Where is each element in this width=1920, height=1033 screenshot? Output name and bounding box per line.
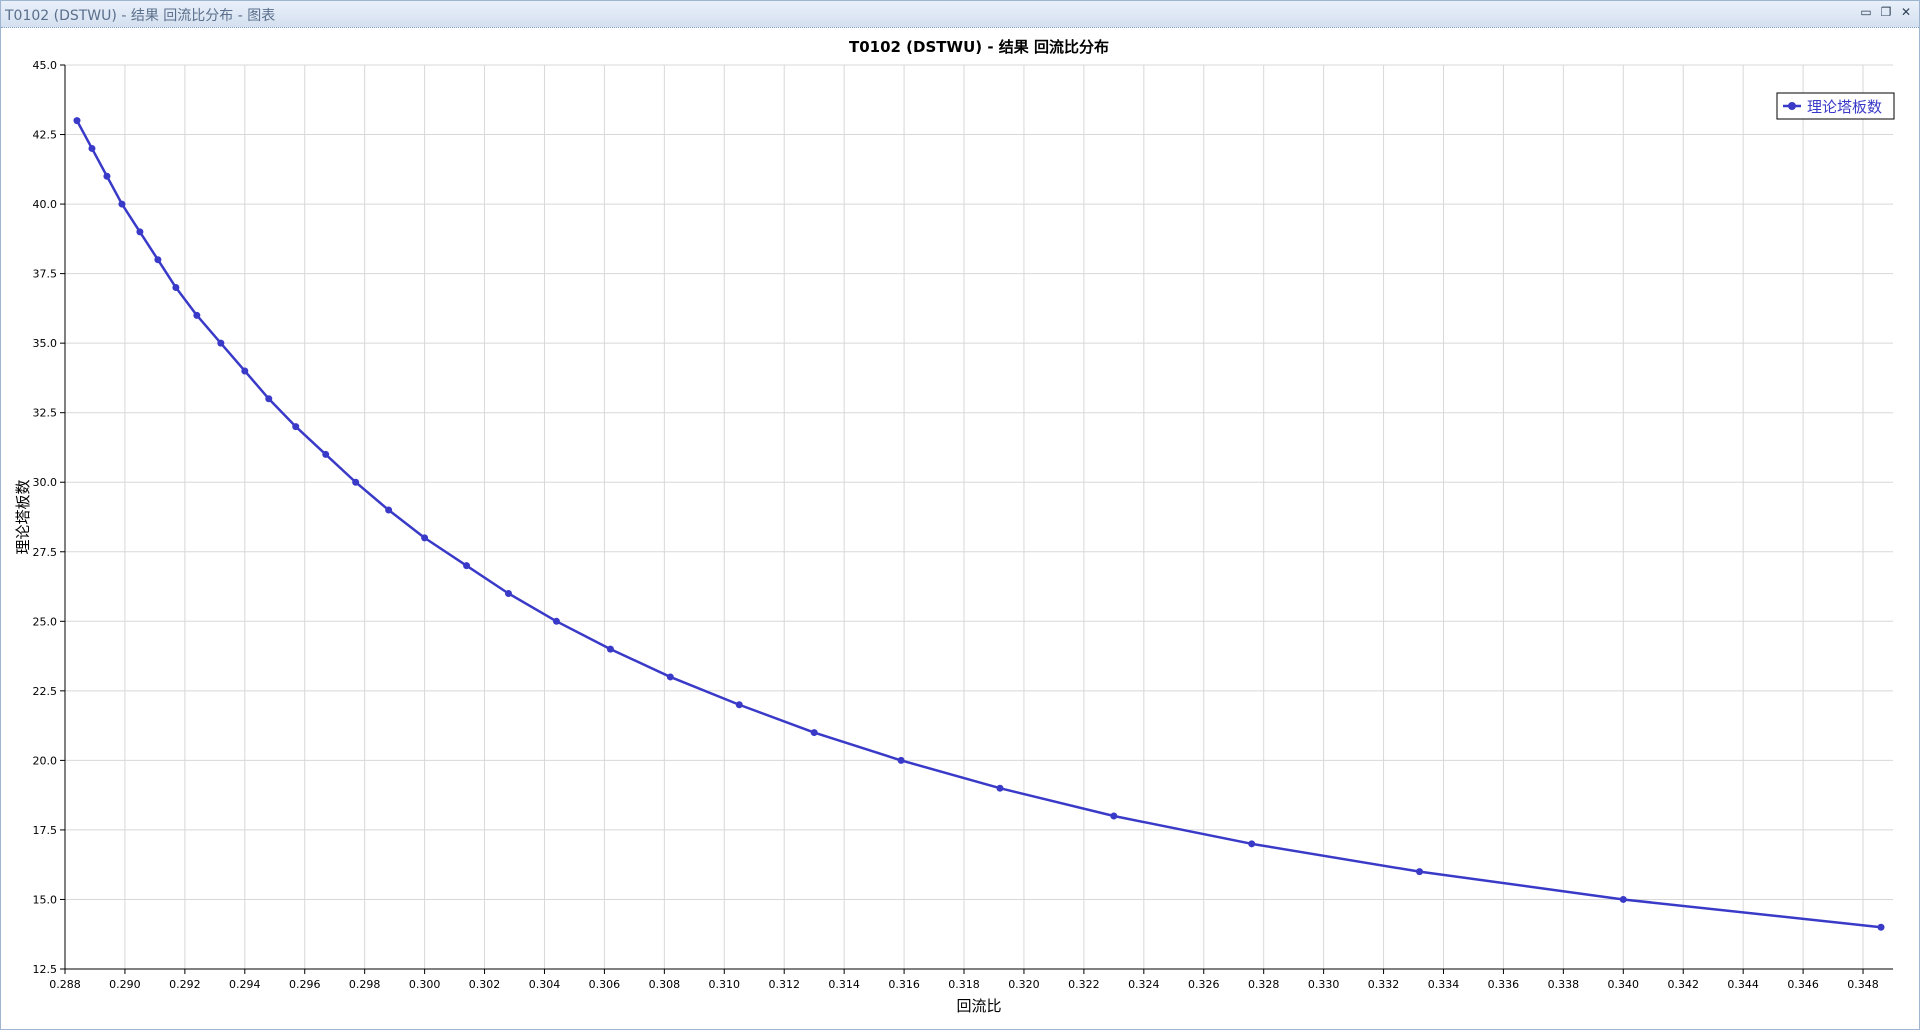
y-tick-label: 20.0: [33, 754, 58, 767]
series-layer: [73, 117, 1885, 931]
title-bar[interactable]: T0102 (DSTWU) - 结果 回流比分布 - 图表 ▭ ❐ ✕: [1, 1, 1919, 28]
x-tick-label: 0.296: [289, 978, 321, 991]
x-tick-label: 0.342: [1667, 978, 1699, 991]
data-point[interactable]: [88, 144, 96, 152]
y-axis-label: 理论塔板数: [14, 479, 32, 554]
x-tick-label: 0.310: [709, 978, 741, 991]
x-tick-label: 0.288: [49, 978, 81, 991]
data-point[interactable]: [810, 729, 818, 737]
y-tick-label: 37.5: [33, 268, 58, 281]
data-point[interactable]: [897, 756, 905, 764]
window-title: T0102 (DSTWU) - 结果 回流比分布 - 图表: [5, 8, 276, 24]
y-tick-label: 15.0: [33, 893, 58, 906]
x-axis-label: 回流比: [956, 997, 1001, 1015]
axes: 0.288 0.290 0.292 0.294 0.296 0.298 0.300 0.302…: [33, 59, 1893, 991]
chart-title: T0102 (DSTWU) - 结果 回流比分布: [849, 38, 1109, 56]
data-point[interactable]: [154, 256, 162, 264]
legend[interactable]: 理论塔板数: [1776, 92, 1895, 120]
line-chart[interactable]: 0.288 0.290 0.292 0.294 0.296 0.298 0.300 0.302…: [1, 28, 1919, 1029]
y-tick-label: 40.0: [33, 198, 58, 211]
y-tick-label: 25.0: [33, 615, 58, 628]
x-tick-label: 0.308: [649, 978, 681, 991]
gridlines: [64, 64, 1893, 970]
data-point[interactable]: [421, 534, 429, 542]
x-tick-label: 0.302: [469, 978, 501, 991]
y-tick-label: 22.5: [33, 685, 58, 698]
series-line: [75, 120, 1882, 929]
y-tick-label: 32.5: [33, 407, 58, 420]
x-tick-label: 0.320: [1008, 978, 1040, 991]
data-point[interactable]: [552, 617, 560, 625]
x-tick-label: 0.306: [589, 978, 621, 991]
data-point[interactable]: [172, 284, 180, 292]
data-point[interactable]: [666, 673, 674, 681]
x-tick-label: 0.324: [1128, 978, 1160, 991]
data-point[interactable]: [322, 450, 330, 458]
x-tick-label: 0.346: [1787, 978, 1819, 991]
y-tick-label: 17.5: [33, 824, 58, 837]
data-point[interactable]: [385, 506, 393, 514]
x-tick-label: 0.312: [768, 978, 800, 991]
x-tick-label: 0.314: [828, 978, 860, 991]
x-tick-label: 0.340: [1608, 978, 1640, 991]
y-tick-label: 30.0: [33, 476, 58, 489]
chart-window: T0102 (DSTWU) - 结果 回流比分布 - 图表 ▭ ❐ ✕ 0.28…: [0, 0, 1920, 1030]
x-tick-label: 0.334: [1428, 978, 1460, 991]
x-tick-label: 0.304: [529, 978, 561, 991]
close-icon[interactable]: ✕: [1899, 5, 1913, 19]
data-point[interactable]: [193, 311, 201, 319]
x-tick-label: 0.326: [1188, 978, 1220, 991]
x-tick-label: 0.328: [1248, 978, 1280, 991]
restore-icon[interactable]: ❐: [1879, 5, 1893, 19]
data-point[interactable]: [73, 117, 81, 125]
x-tick-label: 0.336: [1488, 978, 1520, 991]
x-tick-label: 0.294: [229, 978, 261, 991]
data-point[interactable]: [265, 395, 273, 403]
data-point[interactable]: [463, 562, 471, 570]
x-tick-label: 0.332: [1368, 978, 1400, 991]
x-tick-label: 0.322: [1068, 978, 1100, 991]
y-tick-label: 27.5: [33, 546, 58, 559]
x-tick-label: 0.330: [1308, 978, 1340, 991]
x-tick-label: 0.292: [169, 978, 201, 991]
data-point[interactable]: [606, 645, 614, 653]
x-tick-label: 0.338: [1548, 978, 1580, 991]
legend-marker-swatch: [1788, 102, 1796, 110]
data-point[interactable]: [217, 339, 225, 347]
data-point[interactable]: [292, 423, 300, 431]
plot-area[interactable]: 0.288 0.290 0.292 0.294 0.296 0.298 0.300 0.302…: [1, 28, 1919, 1029]
data-point[interactable]: [118, 200, 126, 208]
data-point[interactable]: [996, 784, 1004, 792]
y-tick-label: 45.0: [33, 59, 58, 72]
data-point[interactable]: [352, 478, 360, 486]
x-tick-label: 0.318: [948, 978, 980, 991]
x-tick-label: 0.298: [349, 978, 381, 991]
data-point[interactable]: [103, 172, 111, 180]
data-point[interactable]: [1110, 812, 1118, 820]
y-tick-label: 42.5: [33, 129, 58, 142]
data-point[interactable]: [1248, 840, 1256, 848]
x-tick-label: 0.290: [109, 978, 141, 991]
data-point[interactable]: [136, 228, 144, 236]
data-point[interactable]: [241, 367, 249, 375]
data-point[interactable]: [735, 701, 743, 709]
y-tick-label: 12.5: [33, 963, 58, 976]
x-tick-label: 0.316: [888, 978, 920, 991]
data-point[interactable]: [1619, 895, 1627, 903]
data-point[interactable]: [1416, 868, 1424, 876]
window-controls: ▭ ❐ ✕: [1859, 5, 1913, 19]
x-tick-label: 0.348: [1847, 978, 1879, 991]
data-point[interactable]: [1877, 923, 1885, 931]
legend-series-label: 理论塔板数: [1807, 98, 1882, 116]
x-tick-label: 0.344: [1727, 978, 1759, 991]
x-tick-label: 0.300: [409, 978, 441, 991]
minimize-icon[interactable]: ▭: [1859, 5, 1873, 19]
data-point[interactable]: [505, 589, 513, 597]
y-tick-label: 35.0: [33, 337, 58, 350]
